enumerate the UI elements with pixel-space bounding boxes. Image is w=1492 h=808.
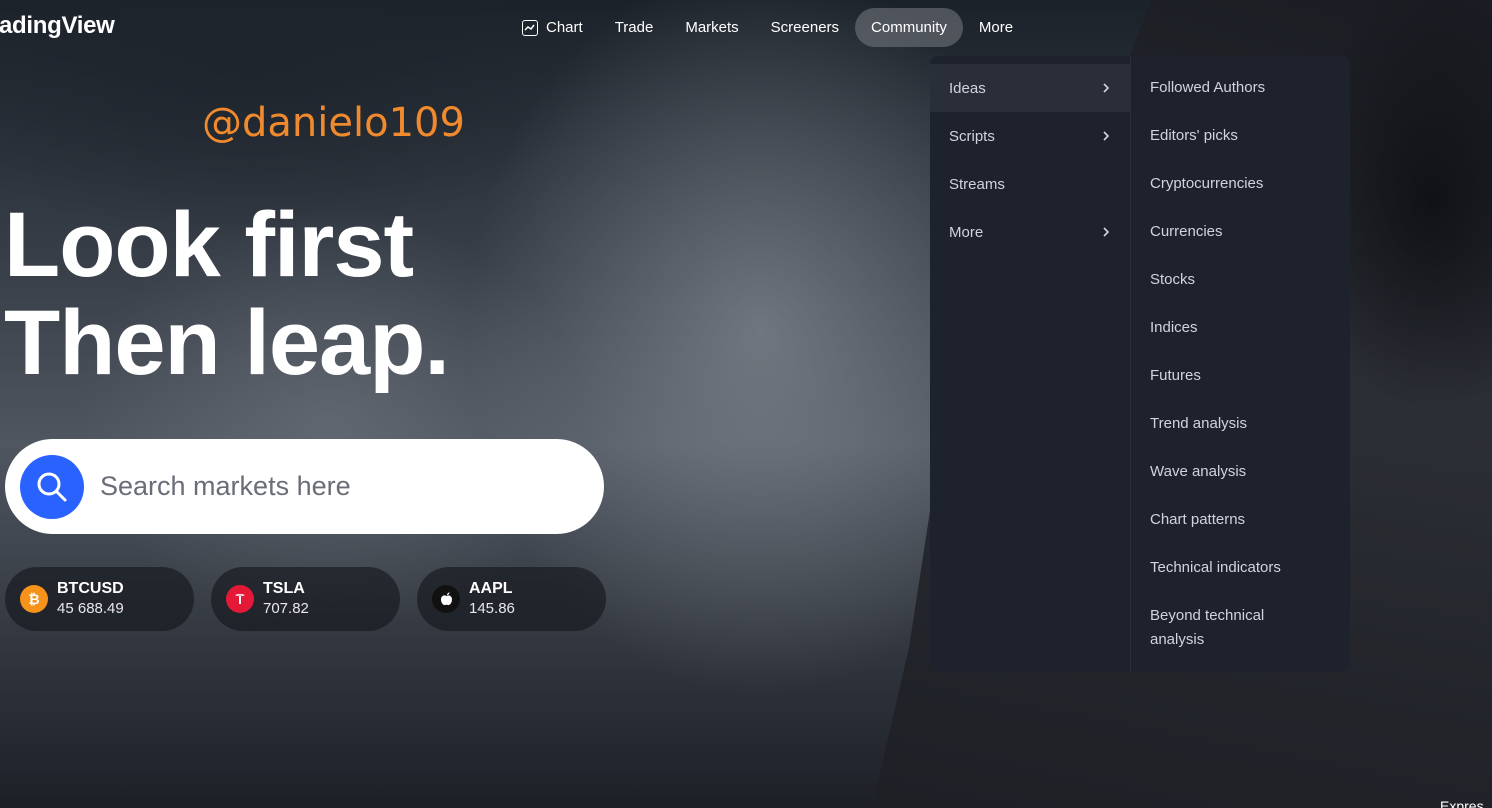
bitcoin-icon: ₿ bbox=[20, 585, 48, 613]
nav-markets-label: Markets bbox=[685, 19, 739, 36]
dropdown-left-column: Ideas Scripts Streams More bbox=[930, 56, 1131, 672]
dropdown-right-column: Followed Authors Editors' picks Cryptocu… bbox=[1131, 56, 1350, 672]
submenu-item-beyond-technical-analysis[interactable]: Beyond technical analysis bbox=[1131, 592, 1301, 664]
nav-community[interactable]: Community bbox=[855, 8, 963, 47]
submenu-item-futures[interactable]: Futures bbox=[1131, 352, 1350, 400]
ticker-tsla[interactable]: TSLA 707.82 bbox=[211, 567, 400, 631]
submenu-item-editors-picks[interactable]: Editors' picks bbox=[1131, 112, 1350, 160]
hero-heading: Look first Then leap. bbox=[4, 194, 450, 394]
top-nav: Chart Trade Markets Screeners Community … bbox=[506, 8, 1029, 47]
nav-community-label: Community bbox=[871, 19, 947, 36]
ticker-btcusd[interactable]: ₿ BTCUSD 45 688.49 bbox=[5, 567, 194, 631]
submenu-item-currencies[interactable]: Currencies bbox=[1131, 208, 1350, 256]
nav-trade[interactable]: Trade bbox=[599, 8, 670, 47]
chevron-right-icon bbox=[1103, 83, 1110, 93]
nav-more[interactable]: More bbox=[963, 8, 1029, 47]
watermark-handle: @danielo109 bbox=[202, 100, 465, 146]
search-bar[interactable]: Search markets here bbox=[5, 439, 604, 534]
search-input[interactable]: Search markets here bbox=[100, 471, 351, 502]
nav-more-label: More bbox=[978, 19, 1014, 36]
tesla-icon bbox=[226, 585, 254, 613]
ticker-symbol: BTCUSD bbox=[57, 580, 124, 597]
menu-item-scripts[interactable]: Scripts bbox=[930, 112, 1130, 160]
menu-item-label: Scripts bbox=[949, 127, 995, 145]
menu-item-ideas[interactable]: Ideas bbox=[930, 64, 1130, 112]
logo[interactable]: adingView bbox=[0, 12, 115, 40]
nav-chart[interactable]: Chart bbox=[506, 8, 599, 47]
nav-screeners[interactable]: Screeners bbox=[755, 8, 855, 47]
ticker-symbol: TSLA bbox=[263, 580, 305, 597]
submenu-item-cryptocurrencies[interactable]: Cryptocurrencies bbox=[1131, 160, 1350, 208]
ticker-symbol: AAPL bbox=[469, 580, 513, 597]
submenu-item-trend-analysis[interactable]: Trend analysis bbox=[1131, 400, 1350, 448]
menu-item-streams[interactable]: Streams bbox=[930, 160, 1130, 208]
chart-icon bbox=[522, 19, 538, 36]
search-button[interactable] bbox=[20, 454, 84, 519]
nav-screeners-label: Screeners bbox=[770, 19, 840, 36]
ticker-value: 45 688.49 bbox=[57, 600, 124, 617]
menu-item-label: Ideas bbox=[949, 79, 986, 97]
ticker-value: 145.86 bbox=[469, 600, 515, 617]
nav-chart-label: Chart bbox=[546, 19, 583, 36]
hero-line-1: Look first bbox=[4, 194, 414, 296]
page: adingView Chart Trade Markets Screeners … bbox=[0, 0, 1492, 808]
apple-icon bbox=[432, 585, 460, 613]
submenu-item-indices[interactable]: Indices bbox=[1131, 304, 1350, 352]
menu-item-more[interactable]: More bbox=[930, 208, 1130, 256]
corner-label: Expres bbox=[1440, 798, 1484, 808]
submenu-item-chart-patterns[interactable]: Chart patterns bbox=[1131, 496, 1350, 544]
community-dropdown: Ideas Scripts Streams More Followed Auth… bbox=[930, 56, 1350, 672]
ticker-list: ₿ BTCUSD 45 688.49 TSLA 707.82 AAPL 145.… bbox=[5, 567, 606, 631]
menu-item-label: More bbox=[949, 223, 984, 241]
nav-markets[interactable]: Markets bbox=[669, 8, 754, 47]
submenu-item-stocks[interactable]: Stocks bbox=[1131, 256, 1350, 304]
ticker-value: 707.82 bbox=[263, 600, 309, 617]
submenu-item-technical-indicators[interactable]: Technical indicators bbox=[1131, 544, 1350, 592]
chevron-right-icon bbox=[1103, 227, 1110, 237]
nav-trade-label: Trade bbox=[614, 19, 654, 36]
submenu-item-followed-authors[interactable]: Followed Authors bbox=[1131, 64, 1350, 112]
ticker-aapl[interactable]: AAPL 145.86 bbox=[417, 567, 606, 631]
search-icon bbox=[37, 472, 67, 501]
menu-item-label: Streams bbox=[949, 175, 1005, 193]
hero-line-2: Then leap. bbox=[4, 292, 450, 394]
submenu-item-wave-analysis[interactable]: Wave analysis bbox=[1131, 448, 1350, 496]
chevron-right-icon bbox=[1103, 131, 1110, 141]
